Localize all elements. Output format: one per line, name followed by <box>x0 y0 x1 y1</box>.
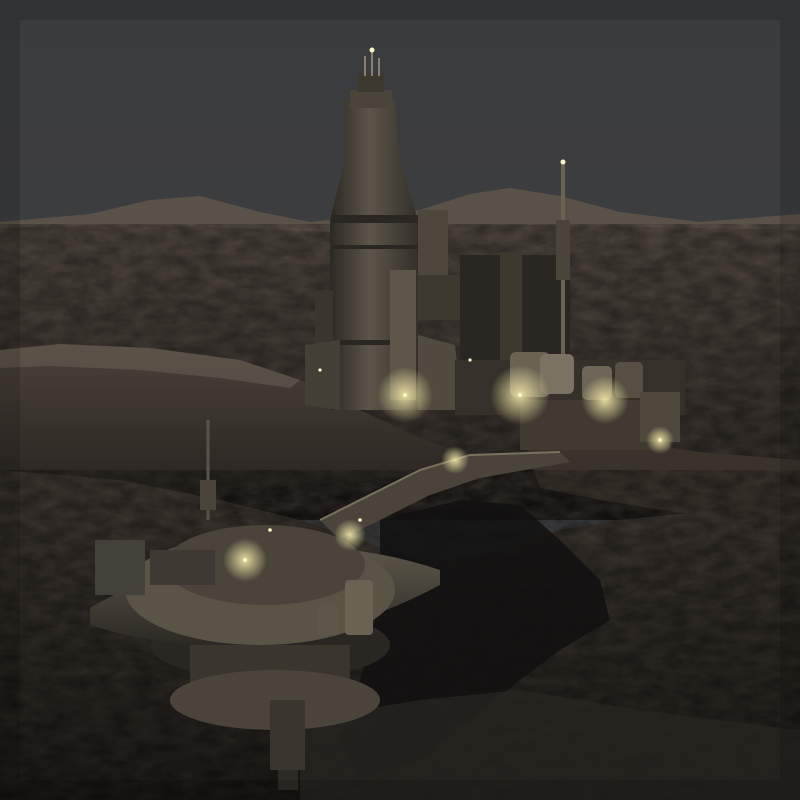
scene-canvas <box>0 0 800 800</box>
